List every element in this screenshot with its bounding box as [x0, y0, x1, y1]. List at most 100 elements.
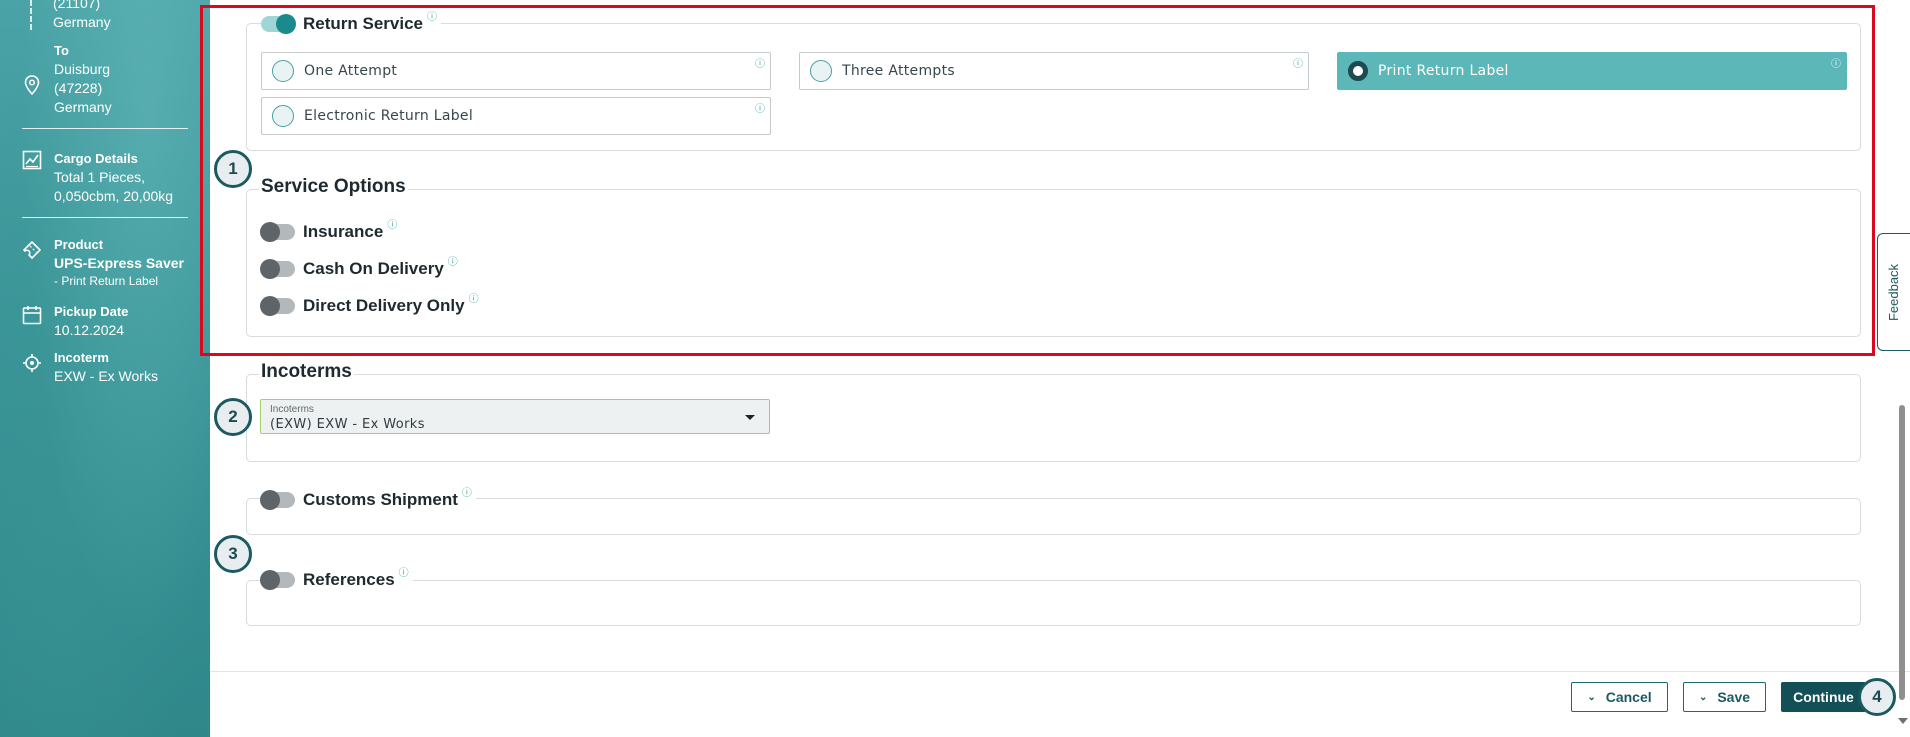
info-icon[interactable]: ⓘ — [1293, 55, 1303, 70]
product-details: Product UPS-Express Saver - Print Return… — [22, 236, 184, 290]
direct-delivery-label: Direct Delivery Only — [303, 296, 465, 315]
toggle-knob — [276, 14, 296, 34]
radio-button-selected[interactable] — [1348, 61, 1368, 81]
chevron-down-icon: ⌄ — [1587, 691, 1596, 703]
calendar-icon — [22, 305, 42, 325]
pickup-label: Pickup Date — [54, 304, 129, 319]
to-country: Germany — [54, 99, 112, 115]
route-connector-line — [30, 0, 32, 30]
feedback-tab[interactable]: Feedback — [1877, 233, 1910, 351]
info-icon[interactable]: ⓘ — [469, 290, 479, 305]
step-marker-3: 3 — [214, 535, 252, 573]
save-button[interactable]: ⌄ Save — [1683, 682, 1766, 712]
return-service-toggle[interactable] — [261, 14, 296, 34]
direct-delivery-toggle[interactable] — [260, 296, 295, 316]
location-pin-icon — [22, 75, 42, 95]
to-label: To — [54, 43, 69, 58]
sidebar-divider — [22, 128, 188, 129]
option-electronic-return-label[interactable]: Electronic Return Label ⓘ — [261, 97, 771, 135]
radio-button[interactable] — [810, 60, 832, 82]
sender-postcode: (21107) — [53, 0, 101, 11]
info-icon[interactable]: ⓘ — [399, 564, 409, 579]
shipment-summary-sidebar: (21107) Germany To Duisburg (47228) Germ… — [0, 0, 210, 737]
info-icon[interactable]: ⓘ — [1831, 55, 1841, 70]
return-service-toggle-row: Return Service ⓘ — [261, 12, 441, 34]
insurance-toggle-row: Insurance ⓘ — [260, 220, 402, 242]
incoterm-label: Incoterm — [54, 350, 109, 365]
scroll-down-arrow-icon[interactable] — [1898, 718, 1908, 724]
incoterms-selected-value: (EXW) EXW - Ex Works — [270, 417, 425, 432]
save-label: Save — [1717, 689, 1751, 705]
product-sub: - Print Return Label — [54, 274, 159, 288]
customs-shipment-toggle-row: Customs Shipment ⓘ — [260, 488, 476, 510]
incoterm-value: EXW - Ex Works — [54, 368, 158, 384]
radio-button[interactable] — [272, 60, 294, 82]
incoterm-summary: Incoterm EXW - Ex Works — [22, 349, 158, 386]
step-marker-2: 2 — [214, 398, 252, 436]
service-options-panel — [246, 189, 1861, 337]
to-city: Duisburg — [54, 61, 111, 77]
cargo-details: Cargo Details Total 1 Pieces, 0,050cbm, … — [22, 150, 173, 206]
chevron-down-icon[interactable] — [745, 415, 755, 420]
insurance-toggle[interactable] — [260, 222, 295, 242]
sidebar-divider — [22, 217, 188, 218]
option-one-attempt[interactable]: One Attempt ⓘ — [261, 52, 771, 90]
cash-on-delivery-label: Cash On Delivery — [303, 259, 444, 278]
cash-on-delivery-toggle-row: Cash On Delivery ⓘ — [260, 257, 462, 279]
footer-divider — [210, 671, 1910, 672]
target-icon — [22, 353, 42, 373]
info-icon[interactable]: ⓘ — [387, 216, 397, 231]
option-label: Three Attempts — [842, 63, 955, 79]
toggle-knob — [260, 259, 280, 279]
info-icon[interactable]: ⓘ — [427, 8, 437, 23]
insurance-label: Insurance — [303, 222, 384, 241]
sender-address: (21107) Germany — [53, 0, 111, 32]
customs-shipment-panel — [246, 498, 1861, 535]
step-marker-4: 4 — [1858, 678, 1896, 716]
cargo-pieces: Total 1 Pieces, — [54, 169, 146, 185]
incoterms-title: Incoterms — [259, 361, 354, 383]
pickup-date: Pickup Date 10.12.2024 — [22, 303, 128, 340]
pickup-value: 10.12.2024 — [54, 322, 125, 338]
option-print-return-label[interactable]: Print Return Label ⓘ — [1337, 52, 1847, 90]
product-label: Product — [54, 237, 104, 252]
continue-label: Continue — [1793, 689, 1854, 705]
feedback-label: Feedback — [1886, 263, 1902, 321]
references-panel — [246, 580, 1861, 626]
toggle-knob — [260, 296, 280, 316]
info-icon[interactable]: ⓘ — [755, 55, 765, 70]
references-toggle[interactable] — [260, 570, 295, 590]
service-options-title: Service Options — [259, 176, 408, 198]
info-icon[interactable]: ⓘ — [755, 100, 765, 115]
cargo-chart-icon — [22, 150, 42, 170]
option-label: One Attempt — [304, 63, 398, 79]
recipient-address: To Duisburg (47228) Germany — [22, 42, 112, 117]
direct-delivery-toggle-row: Direct Delivery Only ⓘ — [260, 294, 483, 316]
radio-button[interactable] — [272, 105, 294, 127]
option-label: Print Return Label — [1378, 63, 1509, 79]
to-postcode: (47228) — [54, 80, 103, 96]
toggle-knob — [260, 570, 280, 590]
continue-button[interactable]: Continue — [1781, 682, 1866, 712]
option-three-attempts[interactable]: Three Attempts ⓘ — [799, 52, 1309, 90]
vertical-scrollbar-thumb[interactable] — [1899, 405, 1905, 700]
incoterms-field-label: Incoterms — [270, 404, 314, 415]
sender-country: Germany — [53, 14, 111, 30]
cancel-button[interactable]: ⌄ Cancel — [1571, 682, 1668, 712]
cash-on-delivery-toggle[interactable] — [260, 259, 295, 279]
customs-shipment-label: Customs Shipment — [303, 490, 458, 509]
references-toggle-row: References ⓘ — [260, 568, 413, 590]
toggle-knob — [260, 490, 280, 510]
return-service-label: Return Service — [303, 14, 423, 33]
cargo-label: Cargo Details — [54, 151, 138, 166]
cancel-label: Cancel — [1605, 689, 1652, 705]
cargo-volume-weight: 0,050cbm, 20,00kg — [54, 188, 174, 204]
toggle-knob — [260, 222, 280, 242]
incoterms-select[interactable]: Incoterms (EXW) EXW - Ex Works — [260, 399, 770, 434]
customs-shipment-toggle[interactable] — [260, 490, 295, 510]
info-icon[interactable]: ⓘ — [462, 484, 472, 499]
ticket-icon — [22, 240, 42, 260]
info-icon[interactable]: ⓘ — [448, 253, 458, 268]
product-name: UPS-Express Saver — [54, 255, 184, 271]
option-label: Electronic Return Label — [304, 108, 474, 124]
